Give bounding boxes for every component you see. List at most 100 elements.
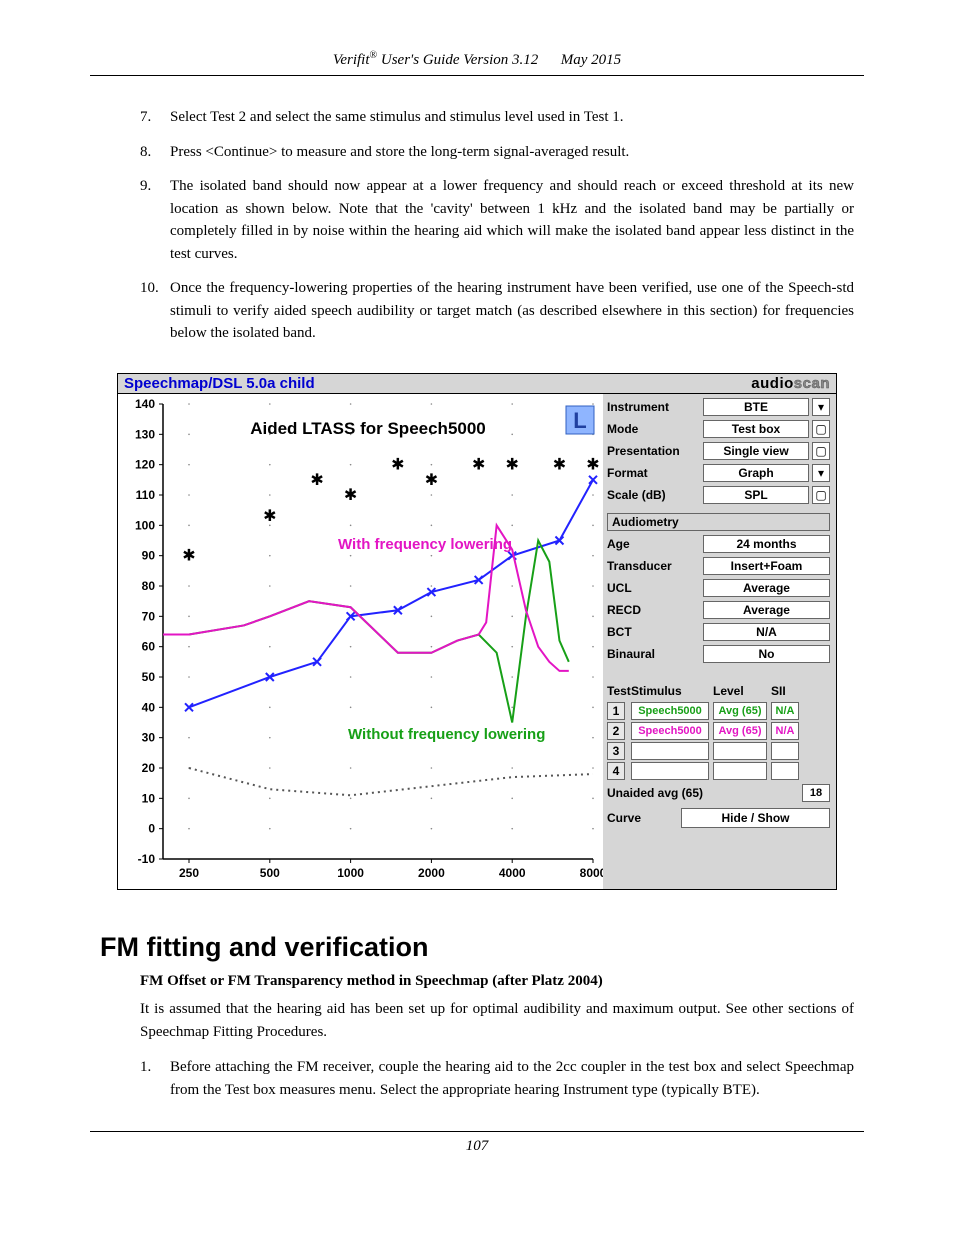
list-num: 7. bbox=[140, 106, 170, 129]
test-button[interactable]: 2 bbox=[607, 722, 625, 740]
audiometry-value[interactable]: No bbox=[703, 645, 830, 663]
list-item: 9.The isolated band should now appear at… bbox=[140, 175, 854, 265]
test-stimulus[interactable] bbox=[631, 762, 709, 780]
test-level[interactable] bbox=[713, 742, 767, 760]
header-date: May 2015 bbox=[561, 52, 621, 68]
svg-text:80: 80 bbox=[142, 579, 156, 593]
list-item: 7.Select Test 2 and select the same stim… bbox=[140, 106, 854, 129]
test-stimulus[interactable]: Speech5000 bbox=[631, 722, 709, 740]
svg-text:140: 140 bbox=[135, 397, 155, 411]
figure-titlebar: Speechmap/DSL 5.0a child audioscan bbox=[118, 374, 836, 394]
svg-text:30: 30 bbox=[142, 730, 156, 744]
test-level[interactable] bbox=[713, 762, 767, 780]
audiometry-value[interactable]: Average bbox=[703, 579, 830, 597]
setting-value[interactable]: SPL bbox=[703, 486, 809, 504]
svg-text:Aided LTASS for Speech5000: Aided LTASS for Speech5000 bbox=[250, 419, 486, 438]
test-level[interactable]: Avg (65) bbox=[713, 722, 767, 740]
svg-text:20: 20 bbox=[142, 761, 156, 775]
setting-label: Mode bbox=[607, 422, 703, 436]
test-sii bbox=[771, 742, 799, 760]
svg-text:✱: ✱ bbox=[505, 456, 518, 473]
brand-logo: audioscan bbox=[751, 375, 830, 392]
test-row: 4 bbox=[607, 762, 830, 780]
list-item: 8.Press <Continue> to measure and store … bbox=[140, 141, 854, 164]
ear-indicator: L bbox=[573, 408, 586, 433]
audiometry-row: RECD Average bbox=[607, 601, 830, 620]
svg-text:✱: ✱ bbox=[391, 456, 404, 473]
svg-text:✱: ✱ bbox=[553, 456, 566, 473]
audiometry-value[interactable]: Average bbox=[703, 601, 830, 619]
audiometry-label: Transducer bbox=[607, 559, 703, 573]
svg-text:Without frequency lowering: Without frequency lowering bbox=[348, 726, 545, 743]
svg-text:500: 500 bbox=[260, 866, 280, 880]
figure-window-title: Speechmap/DSL 5.0a child bbox=[124, 375, 315, 392]
setting-value[interactable]: BTE bbox=[703, 398, 809, 416]
option-button[interactable]: ▢ bbox=[812, 486, 830, 504]
list-num: 8. bbox=[140, 141, 170, 164]
audiometry-label: UCL bbox=[607, 581, 703, 595]
list-num: 9. bbox=[140, 175, 170, 265]
svg-text:-10: -10 bbox=[138, 852, 156, 866]
col-sii: SII bbox=[771, 684, 799, 698]
speechmap-screenshot: Speechmap/DSL 5.0a child audioscan -1001… bbox=[117, 373, 837, 890]
setting-label: Scale (dB) bbox=[607, 488, 703, 502]
list-item: 1.Before attaching the FM receiver, coup… bbox=[140, 1056, 854, 1101]
list-text: Once the frequency-lowering properties o… bbox=[170, 277, 854, 345]
audiometry-value[interactable]: N/A bbox=[703, 623, 830, 641]
page-number: 107 bbox=[466, 1138, 489, 1154]
chart-area: -100102030405060708090100110120130140 25… bbox=[118, 394, 603, 889]
col-level: Level bbox=[713, 684, 767, 698]
instruction-list: 7.Select Test 2 and select the same stim… bbox=[140, 106, 854, 345]
setting-row: Format Graph ▾ bbox=[607, 464, 830, 483]
list-num: 10. bbox=[140, 277, 170, 345]
audiometry-label: Age bbox=[607, 537, 703, 551]
setting-row: Mode Test box ▢ bbox=[607, 420, 830, 439]
svg-text:1000: 1000 bbox=[337, 866, 364, 880]
svg-text:250: 250 bbox=[179, 866, 199, 880]
test-button[interactable]: 1 bbox=[607, 702, 625, 720]
test-stimulus[interactable]: Speech5000 bbox=[631, 702, 709, 720]
svg-text:With frequency lowering: With frequency lowering bbox=[338, 536, 512, 553]
header-product: Verifit bbox=[333, 52, 370, 68]
section-subheading: FM Offset or FM Transparency method in S… bbox=[140, 973, 854, 990]
setting-value[interactable]: Single view bbox=[703, 442, 809, 460]
col-test: Test bbox=[607, 684, 631, 698]
svg-text:70: 70 bbox=[142, 609, 156, 623]
hide-show-button[interactable]: Hide / Show bbox=[681, 808, 830, 828]
svg-text:✱: ✱ bbox=[425, 471, 438, 488]
test-sii bbox=[771, 762, 799, 780]
audiometry-row: BCT N/A bbox=[607, 623, 830, 642]
setting-label: Format bbox=[607, 466, 703, 480]
test-row: 3 bbox=[607, 742, 830, 760]
setting-value[interactable]: Test box bbox=[703, 420, 809, 438]
svg-text:✱: ✱ bbox=[310, 471, 323, 488]
svg-text:40: 40 bbox=[142, 700, 156, 714]
para-intro: It is assumed that the hearing aid has b… bbox=[140, 998, 854, 1045]
curve-label: Curve bbox=[607, 811, 641, 825]
test-button[interactable]: 4 bbox=[607, 762, 625, 780]
test-stimulus[interactable] bbox=[631, 742, 709, 760]
test-row: 1 Speech5000 Avg (65) N/A bbox=[607, 702, 830, 720]
test-level[interactable]: Avg (65) bbox=[713, 702, 767, 720]
setting-row: Presentation Single view ▢ bbox=[607, 442, 830, 461]
audiometry-row: Age 24 months bbox=[607, 535, 830, 554]
audiometry-value[interactable]: 24 months bbox=[703, 535, 830, 553]
svg-text:2000: 2000 bbox=[418, 866, 445, 880]
list-text: The isolated band should now appear at a… bbox=[170, 175, 854, 265]
test-button[interactable]: 3 bbox=[607, 742, 625, 760]
svg-text:✱: ✱ bbox=[586, 456, 599, 473]
option-button[interactable]: ▢ bbox=[812, 442, 830, 460]
svg-text:120: 120 bbox=[135, 457, 155, 471]
audiometry-value[interactable]: Insert+Foam bbox=[703, 557, 830, 575]
dropdown-icon[interactable]: ▾ bbox=[812, 398, 830, 416]
header-title-rest: User's Guide Version 3.12 bbox=[381, 52, 538, 68]
list-text: Press <Continue> to measure and store th… bbox=[170, 141, 629, 164]
setting-value[interactable]: Graph bbox=[703, 464, 809, 482]
audiometry-label: Binaural bbox=[607, 647, 703, 661]
svg-text:8000: 8000 bbox=[580, 866, 603, 880]
svg-text:10: 10 bbox=[142, 791, 156, 805]
svg-text:✱: ✱ bbox=[263, 508, 276, 525]
page-header: Verifit® User's Guide Version 3.12 May 2… bbox=[90, 50, 864, 76]
option-button[interactable]: ▢ bbox=[812, 420, 830, 438]
dropdown-icon[interactable]: ▾ bbox=[812, 464, 830, 482]
